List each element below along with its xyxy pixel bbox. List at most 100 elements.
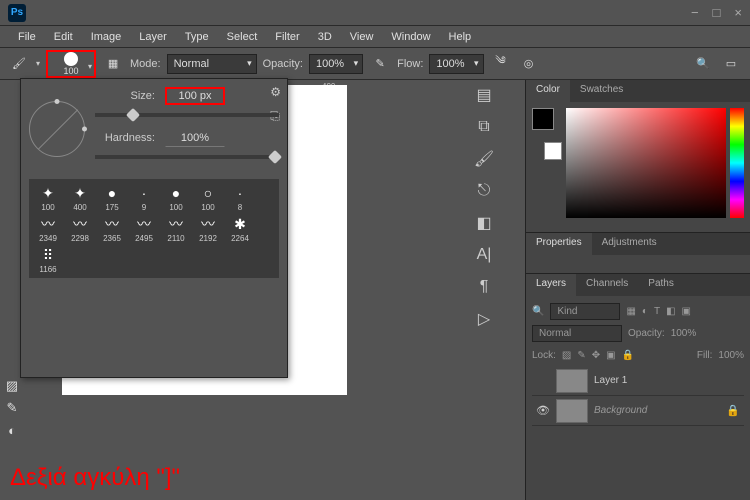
airbrush-icon[interactable]: ༄ xyxy=(490,53,512,75)
layer-filter-kind[interactable]: Kind xyxy=(550,303,620,320)
tab-layers[interactable]: Layers xyxy=(526,274,576,296)
pressure-size-icon[interactable]: ◎ xyxy=(518,53,540,75)
right-panel-group: Color Swatches Properties Adjustments La… xyxy=(525,80,750,500)
layer-item[interactable]: 👁Background🔒 xyxy=(532,396,744,426)
foreground-color-swatch[interactable] xyxy=(532,108,554,130)
menu-select[interactable]: Select xyxy=(219,28,266,46)
tools-panel: ▨ ✎ ◐ xyxy=(0,375,24,441)
menu-file[interactable]: File xyxy=(10,28,44,46)
tab-swatches[interactable]: Swatches xyxy=(570,80,633,102)
brush-preset-item[interactable]: ⠿1166 xyxy=(33,245,63,274)
brush-preset-item[interactable]: ●175 xyxy=(97,183,127,212)
tab-channels[interactable]: Channels xyxy=(576,274,638,296)
search-icon[interactable]: 🔍 xyxy=(692,53,714,75)
brush-preset-grid: ✦100✦400●175·9●100○100·8〰2349〰2298〰2365〰… xyxy=(29,179,279,278)
brush-size-slider[interactable] xyxy=(95,113,279,117)
brush-preset-item[interactable]: 〰2110 xyxy=(161,214,191,243)
options-bar: 🖌 ▾ 100 ▾ ▦ Mode: Normal Opacity: 100% ✎… xyxy=(0,48,750,80)
menu-window[interactable]: Window xyxy=(383,28,438,46)
layer-thumbnail[interactable] xyxy=(556,369,588,393)
menu-view[interactable]: View xyxy=(342,28,382,46)
tab-properties[interactable]: Properties xyxy=(526,233,592,255)
actions-icon[interactable]: ⧉ xyxy=(470,112,498,142)
pressure-opacity-icon[interactable]: ✎ xyxy=(369,53,391,75)
color-field[interactable] xyxy=(566,108,726,218)
filter-smart-icon[interactable]: ▣ xyxy=(682,306,691,317)
menu-filter[interactable]: Filter xyxy=(267,28,307,46)
history-icon[interactable]: ▤ xyxy=(470,80,498,110)
tab-adjustments[interactable]: Adjustments xyxy=(592,233,667,255)
lock-position-icon[interactable]: ✥ xyxy=(592,350,600,361)
brush-preset-item[interactable]: ✦400 xyxy=(65,183,95,212)
layer-thumbnail[interactable] xyxy=(556,399,588,423)
layer-name[interactable]: Background xyxy=(594,405,647,416)
background-color-swatch[interactable] xyxy=(544,142,562,160)
size-label: Size: xyxy=(95,90,155,102)
brush-hardness-slider[interactable] xyxy=(95,155,279,159)
menu-layer[interactable]: Layer xyxy=(131,28,175,46)
filter-type-icon[interactable]: T xyxy=(654,306,660,317)
brush-preset-item[interactable]: 〰2349 xyxy=(33,214,63,243)
lock-label: Lock: xyxy=(532,350,556,361)
brush-preset-item[interactable]: ✱2264 xyxy=(225,214,255,243)
tab-color[interactable]: Color xyxy=(526,80,570,102)
character-icon[interactable]: A| xyxy=(470,240,498,270)
lock-transparency-icon[interactable]: ▨ xyxy=(562,350,571,361)
lock-all-icon[interactable]: 🔒 xyxy=(622,350,634,361)
filter-adjust-icon[interactable]: ◐ xyxy=(642,306,648,317)
layer-opacity-value[interactable]: 100% xyxy=(671,328,697,339)
hue-slider[interactable] xyxy=(730,108,744,218)
brush-preset-item[interactable]: ○100 xyxy=(193,183,223,212)
minimize-icon[interactable]: − xyxy=(691,5,699,20)
visibility-icon[interactable]: 👁 xyxy=(536,404,550,417)
annotation-caption: Δεξιά αγκύλη "]" xyxy=(10,464,180,492)
chevron-down-icon[interactable]: ▾ xyxy=(36,59,40,68)
menu-edit[interactable]: Edit xyxy=(46,28,81,46)
maximize-icon[interactable]: □ xyxy=(713,5,721,20)
workspace-icon[interactable]: ▭ xyxy=(720,53,742,75)
brush-preset-item[interactable]: ·9 xyxy=(129,183,159,212)
brush-panel-toggle-icon[interactable]: ▦ xyxy=(102,53,124,75)
lock-brush-icon[interactable]: ✎ xyxy=(577,350,585,361)
blur-tool-icon[interactable]: ◐ xyxy=(0,419,24,441)
filter-pixel-icon[interactable]: ▦ xyxy=(626,306,635,317)
fill-value[interactable]: 100% xyxy=(718,350,744,361)
menu-help[interactable]: Help xyxy=(441,28,480,46)
eyedropper-tool-icon[interactable]: ✎ xyxy=(0,397,24,419)
brush-hardness-input[interactable]: 100% xyxy=(165,129,225,147)
blend-mode-select[interactable]: Normal xyxy=(167,54,257,74)
gradient-tool-icon[interactable]: ▨ xyxy=(0,375,24,397)
color-panel-tabs: Color Swatches xyxy=(526,80,750,102)
brush-preset-item[interactable]: 〰2192 xyxy=(193,214,223,243)
menu-image[interactable]: Image xyxy=(83,28,130,46)
opacity-input[interactable]: 100% xyxy=(309,54,363,74)
brushes-icon[interactable]: 🖌 xyxy=(470,144,498,174)
flow-input[interactable]: 100% xyxy=(429,54,483,74)
play-icon[interactable]: ▷ xyxy=(470,304,498,334)
layers-panel-tabs: Layers Channels Paths xyxy=(526,274,750,296)
brush-preset-item[interactable]: ✦100 xyxy=(33,183,63,212)
brush-preset-item[interactable]: 〰2495 xyxy=(129,214,159,243)
brush-angle-control[interactable] xyxy=(29,101,85,157)
brush-preset-picker[interactable]: 100 ▾ xyxy=(46,50,96,78)
brush-settings-icon[interactable]: ⎋ xyxy=(470,176,498,206)
filter-shape-icon[interactable]: ◧ xyxy=(666,306,675,317)
chevron-down-icon: ▾ xyxy=(88,62,92,71)
menu-3d[interactable]: 3D xyxy=(310,28,340,46)
brush-size-input[interactable]: 100 px xyxy=(165,87,225,105)
menu-type[interactable]: Type xyxy=(177,28,217,46)
gear-icon[interactable]: ⚙ xyxy=(270,85,281,99)
tool-preset-icon[interactable]: 🖌 xyxy=(8,53,30,75)
paragraph-icon[interactable]: ¶ xyxy=(470,272,498,302)
layer-item[interactable]: Layer 1 xyxy=(532,366,744,396)
layer-blend-mode[interactable]: Normal xyxy=(532,325,622,342)
close-icon[interactable]: × xyxy=(734,5,742,20)
brush-preset-item[interactable]: 〰2365 xyxy=(97,214,127,243)
brush-preset-item[interactable]: 〰2298 xyxy=(65,214,95,243)
styles-icon[interactable]: ◧ xyxy=(470,208,498,238)
brush-preset-item[interactable]: ●100 xyxy=(161,183,191,212)
brush-preset-item[interactable]: ·8 xyxy=(225,183,255,212)
layer-name[interactable]: Layer 1 xyxy=(594,375,627,386)
tab-paths[interactable]: Paths xyxy=(638,274,684,296)
lock-artboard-icon[interactable]: ▣ xyxy=(606,350,615,361)
